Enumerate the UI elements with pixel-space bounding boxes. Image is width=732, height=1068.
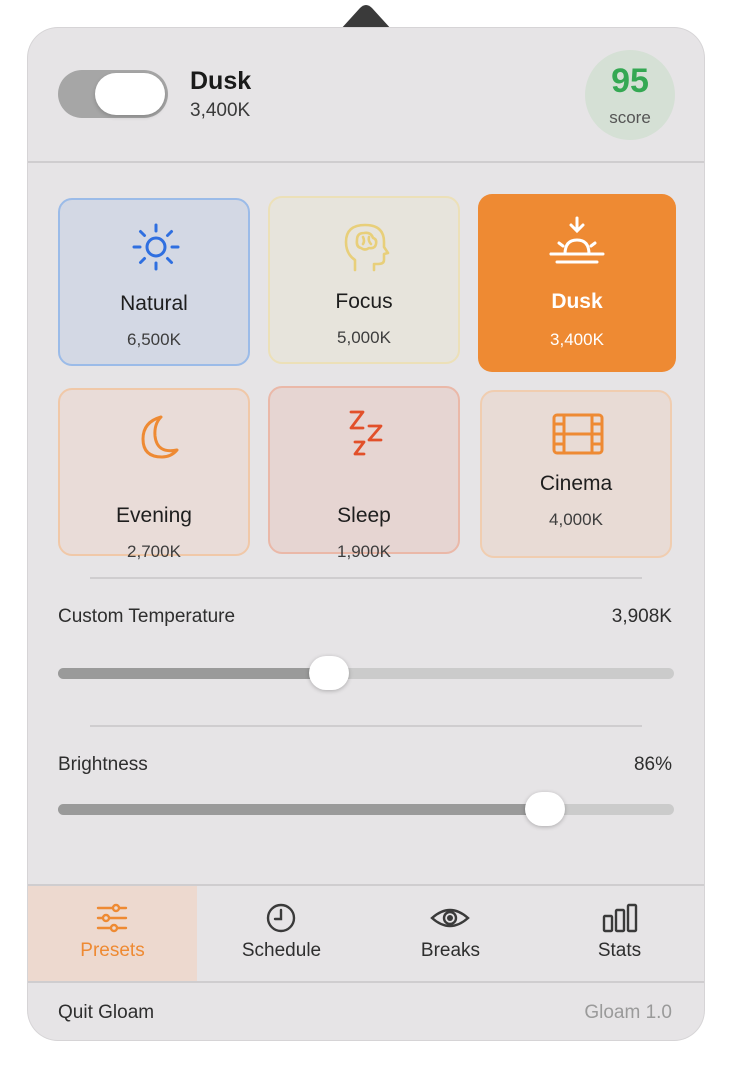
toggle-knob	[95, 73, 165, 115]
sliders-icon	[96, 903, 128, 933]
tab-presets[interactable]: Presets	[28, 886, 197, 982]
preset-name: Dusk	[551, 290, 603, 313]
tab-bar: Presets Schedule Breaks Stats	[28, 886, 704, 982]
temperature-divider	[90, 725, 642, 727]
tab-label: Breaks	[420, 940, 481, 961]
slider-thumb[interactable]	[309, 656, 350, 690]
bar-chart-icon	[602, 903, 638, 933]
current-preset-title: Dusk	[190, 67, 252, 95]
custom-temperature-slider[interactable]	[58, 656, 674, 690]
preset-name: Evening	[116, 504, 192, 527]
quit-button[interactable]: Quit Gloam	[58, 1002, 154, 1024]
film-icon	[552, 413, 604, 455]
preset-natural[interactable]: Natural 6,500K	[58, 198, 250, 366]
preset-temp: 4,000K	[549, 510, 603, 529]
tab-label: Schedule	[241, 940, 322, 961]
tab-breaks[interactable]: Breaks	[366, 886, 535, 982]
custom-temperature-label: Custom Temperature	[58, 606, 236, 627]
presets-divider	[90, 577, 642, 579]
footer-divider	[28, 981, 704, 983]
slider-fill	[58, 668, 330, 679]
moon-icon	[141, 415, 179, 459]
sunset-icon	[549, 216, 605, 264]
preset-dusk[interactable]: Dusk 3,400K	[478, 194, 676, 372]
preset-name: Sleep	[337, 504, 391, 527]
brightness-value: 86%	[633, 754, 672, 775]
score-badge: 95 score	[585, 50, 675, 140]
popover-arrow	[340, 5, 392, 30]
preset-temp: 1,900K	[337, 542, 391, 561]
version-label: Gloam 1.0	[584, 1002, 672, 1023]
header-divider	[28, 161, 704, 163]
custom-temperature-value: 3,908K	[611, 606, 672, 627]
eye-icon	[430, 908, 470, 928]
current-temperature: 3,400K	[190, 100, 251, 121]
preset-cinema[interactable]: Cinema 4,000K	[480, 390, 672, 558]
preset-name: Natural	[120, 292, 188, 315]
tab-stats[interactable]: Stats	[535, 886, 704, 982]
preset-focus[interactable]: Focus 5,000K	[268, 196, 460, 364]
brightness-slider[interactable]	[58, 792, 674, 826]
slider-thumb[interactable]	[524, 792, 565, 826]
preset-temp: 3,400K	[550, 330, 604, 349]
score-value: 95	[611, 62, 649, 100]
sun-icon	[132, 223, 180, 271]
preset-name: Focus	[335, 290, 393, 313]
gloam-popover-panel: Dusk 3,400K 95 score Natural 6,500K Focu…	[28, 28, 704, 1040]
preset-name: Cinema	[539, 472, 613, 495]
preset-evening[interactable]: Evening 2,700K	[58, 388, 250, 561]
score-label: score	[609, 108, 651, 127]
tab-schedule[interactable]: Schedule	[197, 886, 366, 982]
slider-fill	[58, 804, 545, 815]
tab-label: Stats	[597, 940, 642, 961]
brain-head-icon	[344, 223, 390, 272]
power-toggle[interactable]	[58, 70, 168, 118]
preset-temp: 2,700K	[127, 542, 181, 561]
preset-temp: 6,500K	[127, 330, 181, 349]
clock-icon	[266, 903, 296, 933]
preset-temp: 5,000K	[337, 328, 391, 347]
zzz-icon	[349, 410, 383, 456]
preset-sleep[interactable]: Sleep 1,900K	[268, 386, 460, 561]
tab-label: Presets	[80, 940, 145, 961]
brightness-label: Brightness	[58, 754, 148, 775]
header: Dusk 3,400K 95 score	[28, 28, 704, 162]
